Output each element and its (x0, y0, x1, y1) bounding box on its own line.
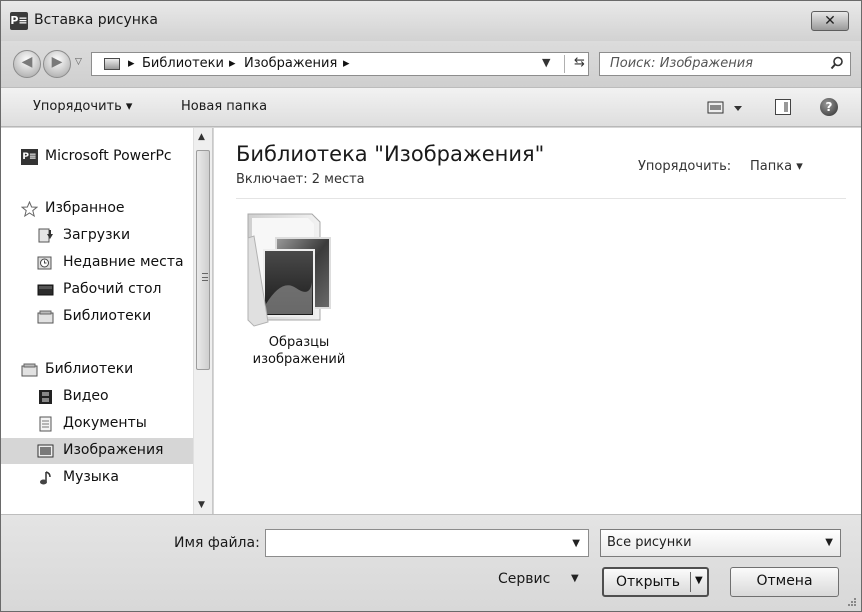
search-placeholder: Поиск: Изображения (610, 56, 753, 71)
command-toolbar: Упорядочить ▾ Новая папка ? (1, 87, 861, 127)
powerpoint-app-icon: P≡ (10, 12, 28, 30)
libraries-icon (21, 363, 38, 377)
open-button[interactable]: Открыть ▼ (602, 567, 709, 597)
file-type-value: Все рисунки (607, 535, 692, 550)
sidebar-item-music[interactable]: Музыка (1, 465, 193, 491)
file-name-panel: Имя файла: ▼ Все рисунки ▼ Сервис ▼ Откр… (1, 514, 861, 611)
sidebar-item-recent-places[interactable]: Недавние места (1, 250, 193, 276)
file-list-pane: Библиотека "Изображения" Включает: 2 мес… (214, 128, 861, 514)
search-box[interactable]: Поиск: Изображения (599, 52, 851, 76)
desktop-icon (37, 284, 54, 296)
sidebar-item-label: Библиотеки (63, 308, 152, 324)
close-button[interactable]: ✕ (811, 11, 849, 31)
navigation-pane: P≡ Microsoft PowerPc Избранное Загрузки … (1, 128, 213, 514)
tools-dropdown-icon[interactable]: ▼ (571, 573, 579, 584)
cancel-button[interactable]: Отмена (730, 567, 839, 597)
file-name-dropdown-icon[interactable]: ▼ (572, 538, 580, 549)
folder-label: Образцы изображений (234, 334, 364, 368)
header-divider (236, 198, 846, 199)
split-button-divider (690, 572, 691, 592)
library-title: Библиотека "Изображения" (236, 142, 545, 166)
sidebar-item-label: Недавние места (63, 254, 184, 270)
refresh-button[interactable]: ⇆ (564, 55, 594, 73)
forward-button[interactable]: ▶ (43, 50, 71, 78)
library-locations-link[interactable]: Включает: 2 места (236, 172, 365, 187)
view-icon (707, 101, 742, 114)
change-view-button[interactable] (707, 100, 743, 116)
star-icon (21, 201, 38, 217)
address-bar[interactable]: ▸ Библиотеки ▸ Изображения ▸ ▼ (91, 52, 589, 76)
address-dropdown-icon[interactable]: ▼ (542, 56, 550, 69)
folder-label-line: Образцы (268, 335, 330, 350)
sidebar-item-label: Избранное (45, 200, 125, 216)
sidebar-item-label: Библиотеки (45, 361, 134, 377)
scroll-up-icon[interactable]: ▲ (198, 132, 205, 142)
breadcrumb-separator-icon[interactable]: ▸ (128, 56, 135, 71)
recent-places-icon (37, 256, 52, 270)
open-options-dropdown-icon[interactable]: ▼ (695, 575, 703, 586)
documents-icon (39, 416, 52, 432)
window-title: Вставка рисунка (34, 12, 158, 28)
downloads-icon (38, 228, 53, 243)
scrollbar-thumb[interactable] (196, 150, 210, 370)
breadcrumb-separator-icon[interactable]: ▸ (229, 56, 236, 71)
back-arrow-icon: ◀ (21, 54, 33, 70)
breadcrumb-separator-icon[interactable]: ▸ (343, 56, 350, 71)
scroll-down-icon[interactable]: ▼ (198, 500, 205, 510)
sidebar-item-documents[interactable]: Документы (1, 411, 193, 437)
sidebar-item-label: Microsoft PowerPc (45, 148, 172, 164)
photo-folder-icon (247, 213, 331, 327)
arrange-by-dropdown[interactable]: Папка ▾ (750, 159, 803, 174)
libraries-icon (37, 310, 54, 324)
library-location-icon (104, 58, 120, 70)
open-button-label: Открыть (616, 574, 680, 590)
folder-label-line: изображений (252, 352, 346, 367)
sidebar-item-libraries[interactable]: Библиотеки (1, 357, 193, 383)
help-icon[interactable]: ? (820, 98, 838, 116)
tools-menu-button[interactable]: Сервис (498, 571, 550, 587)
video-icon (39, 390, 52, 404)
sidebar-item-desktop[interactable]: Рабочий стол (1, 277, 193, 303)
scrollbar-grip-icon (202, 273, 208, 281)
organize-menu-button[interactable]: Упорядочить ▾ (33, 99, 132, 114)
sidebar-item-favorites-libraries[interactable]: Библиотеки (1, 304, 193, 330)
navigation-pane-scrollbar[interactable]: ▲ ▼ (193, 128, 212, 514)
title-bar: P≡ Вставка рисунка ✕ (1, 1, 861, 41)
arrange-by-label: Упорядочить: (638, 159, 732, 174)
forward-arrow-icon: ▶ (51, 54, 63, 70)
sidebar-item-favorites[interactable]: Избранное (1, 196, 193, 222)
sidebar-item-label: Загрузки (63, 227, 131, 243)
file-name-label: Имя файла: (174, 535, 260, 551)
search-icon[interactable] (830, 56, 844, 70)
sidebar-item-label: Изображения (63, 442, 164, 458)
file-name-input[interactable]: ▼ (265, 529, 589, 557)
recent-pages-dropdown[interactable]: ▽ (75, 57, 82, 67)
sidebar-item-label: Рабочий стол (63, 281, 162, 297)
pictures-icon (37, 444, 54, 458)
insert-picture-dialog: P≡ Вставка рисунка ✕ ◀ ▶ ▽ ▸ Библиотеки … (0, 0, 862, 612)
sidebar-item-downloads[interactable]: Загрузки (1, 223, 193, 249)
sidebar-item-label: Музыка (63, 469, 119, 485)
sidebar-item-label: Видео (63, 388, 109, 404)
breadcrumb-libraries[interactable]: Библиотеки (142, 56, 224, 71)
sidebar-item-powerpoint[interactable]: P≡ Microsoft PowerPc (1, 144, 193, 170)
sidebar-item-label: Документы (63, 415, 147, 431)
file-type-dropdown-icon: ▼ (825, 537, 833, 548)
cancel-button-label: Отмена (756, 573, 813, 589)
file-type-select[interactable]: Все рисунки ▼ (600, 529, 841, 557)
sidebar-item-pictures[interactable]: Изображения (1, 438, 193, 464)
new-folder-button[interactable]: Новая папка (181, 99, 267, 114)
breadcrumb-pictures[interactable]: Изображения (244, 56, 337, 71)
address-row: ◀ ▶ ▽ ▸ Библиотеки ▸ Изображения ▸ ▼ ⇆ П… (1, 41, 861, 87)
resize-grip-icon[interactable] (847, 597, 857, 607)
preview-pane-icon[interactable] (775, 99, 791, 115)
back-button[interactable]: ◀ (13, 50, 41, 78)
sidebar-item-video[interactable]: Видео (1, 384, 193, 410)
powerpoint-icon: P≡ (21, 149, 38, 165)
folder-item[interactable]: Образцы изображений (234, 208, 364, 378)
music-icon (40, 471, 51, 485)
